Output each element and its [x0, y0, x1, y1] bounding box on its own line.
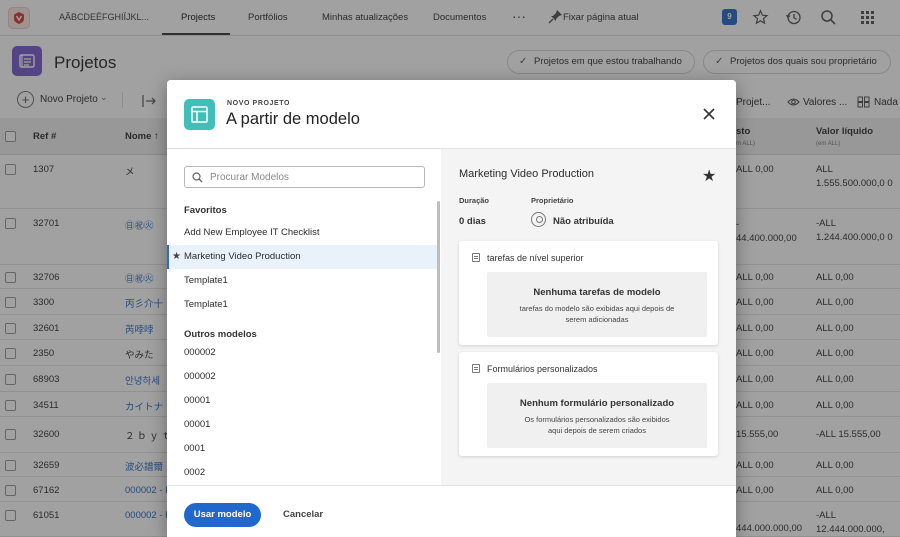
empty-title: Nenhuma tarefas de modelo [533, 287, 661, 298]
owner-label: Proprietário [531, 196, 574, 205]
template-list-scrollbar[interactable] [437, 201, 440, 353]
card-title: tarefas de nível superior [487, 253, 584, 263]
favorites-section-label: Favoritos [184, 205, 227, 216]
other-templates-section-label: Outros modelos [184, 329, 257, 340]
cancel-button[interactable]: Cancelar [283, 509, 323, 520]
owner-value: Não atribuída [553, 216, 614, 227]
top-level-tasks-card: tarefas de nível superior Nenhuma tarefa… [459, 241, 718, 345]
favorite-star-icon[interactable]: ★ [702, 166, 716, 186]
template-icon [184, 99, 215, 130]
search-icon [192, 172, 203, 183]
empty-title: Nenhum formulário personalizado [519, 398, 675, 409]
template-item[interactable]: 000002 [167, 365, 437, 389]
template-search-box[interactable] [184, 166, 425, 188]
template-detail-pane: Marketing Video Production ★ Duração Pro… [441, 149, 736, 485]
use-template-button[interactable]: Usar modelo [184, 503, 261, 527]
selected-template-name: Marketing Video Production [459, 168, 594, 180]
template-item-label: Marketing Video Production [184, 251, 301, 262]
card-title: Formulários personalizados [487, 364, 598, 374]
favorite-star-icon: ★ [172, 251, 181, 262]
template-item-selected[interactable]: ★ Marketing Video Production [167, 245, 437, 269]
empty-description: tarefas do modelo são exibidas aqui depo… [519, 304, 675, 324]
empty-description: Os formulários personalizados são exibid… [524, 415, 670, 435]
template-item[interactable]: 000002 [167, 341, 437, 365]
duration-value: 0 dias [459, 216, 486, 227]
template-picker-dialog: NOVO PROJETO A partir de modelo Favorito… [167, 80, 736, 537]
custom-forms-card: Formulários personalizados Nenhum formul… [459, 352, 718, 456]
task-list-icon [472, 253, 480, 262]
duration-label: Duração [459, 196, 490, 205]
avatar-icon [531, 212, 546, 227]
template-item[interactable]: Template1 [167, 293, 437, 317]
tasks-empty-state: Nenhuma tarefas de modelo tarefas do mod… [487, 272, 707, 337]
template-item[interactable]: 0002 [167, 461, 437, 485]
dialog-header: NOVO PROJETO A partir de modelo [167, 80, 736, 149]
forms-empty-state: Nenhum formulário personalizado Os formu… [487, 383, 707, 448]
dialog-footer: Usar modelo Cancelar [167, 485, 736, 537]
template-item[interactable]: 00001 [167, 413, 437, 437]
close-icon[interactable] [702, 107, 716, 121]
form-icon [472, 364, 480, 373]
template-item[interactable]: 0001 [167, 437, 437, 461]
dialog-overline: NOVO PROJETO [227, 100, 291, 107]
template-search-input[interactable] [210, 169, 420, 185]
template-item[interactable]: Template1 [167, 269, 437, 293]
dialog-title: A partir de modelo [226, 110, 360, 128]
template-item[interactable]: 00001 [167, 389, 437, 413]
template-list-pane: Favoritos Add New Employee IT Checklist … [167, 149, 441, 485]
template-item[interactable]: Add New Employee IT Checklist [167, 221, 437, 245]
